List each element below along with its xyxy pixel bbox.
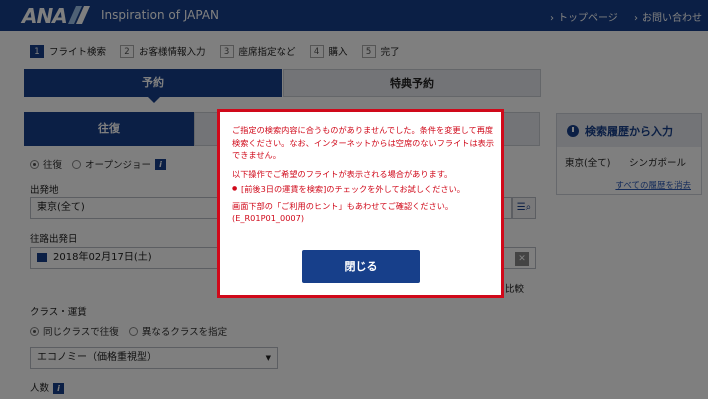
error-bullet: [前後3日の運賃を検索]のチェックを外してお試しください。 [232, 183, 494, 196]
close-button[interactable]: 閉じる [302, 250, 420, 283]
error-line-1: ご指定の検索内容に合うものがありませんでした。条件を変更して再度検索ください。な… [232, 125, 495, 160]
error-line-3: 画面下部の「ご利用のヒント」もあわせてご確認ください。(E_R01P01_000… [232, 200, 454, 224]
error-message: ご指定の検索内容に合うものがありませんでした。条件を変更して再度検索ください。な… [232, 124, 494, 231]
error-line-2: 以下操作でご希望のフライトが表示される場合があります。 [232, 168, 453, 179]
error-dialog: ご指定の検索内容に合うものがありませんでした。条件を変更して再度検索ください。な… [217, 109, 504, 298]
error-suggestions: [前後3日の運賃を検索]のチェックを外してお試しください。 [232, 183, 494, 196]
